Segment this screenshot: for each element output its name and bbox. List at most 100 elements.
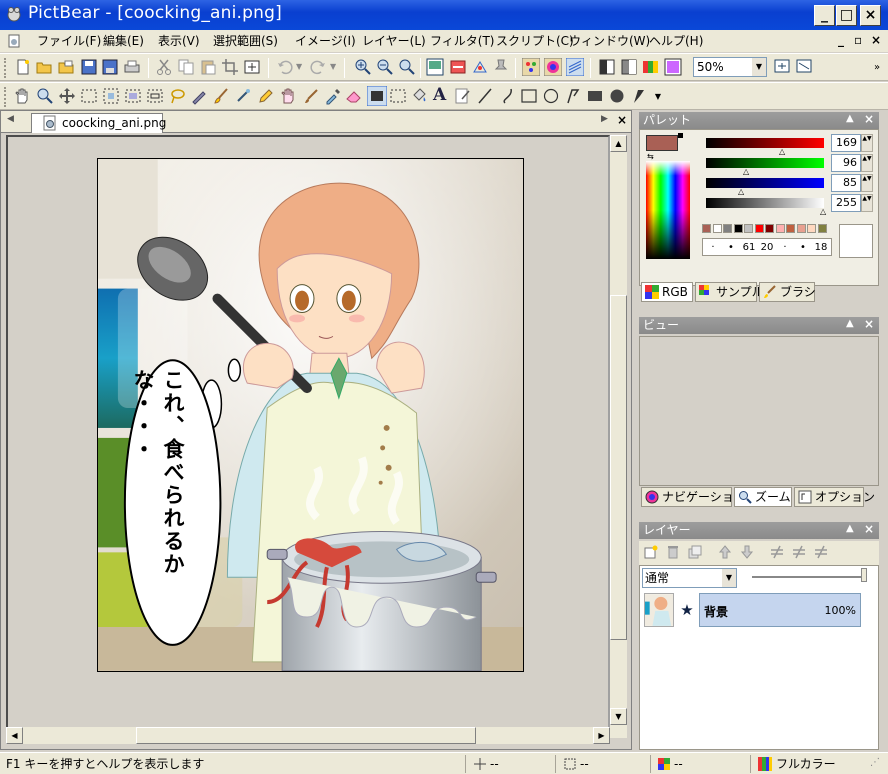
color-swatch[interactable] (723, 224, 732, 233)
horizontal-scrollbar[interactable]: ◀ ▶ (6, 727, 610, 744)
title-bar[interactable]: PictBear - [coocking_ani.png] _ □ × (0, 0, 888, 30)
brush-size-option[interactable]: • (723, 240, 739, 255)
panel-close-icon[interactable]: × (864, 522, 874, 536)
new-file-icon[interactable] (14, 58, 32, 76)
filled-rectangle-icon[interactable] (586, 87, 604, 105)
rectangle-fill-icon[interactable] (367, 86, 387, 106)
grayscale-icon[interactable] (598, 58, 616, 76)
merge-down-icon[interactable] (769, 544, 785, 560)
alpha-slider-thumb[interactable]: △ (820, 207, 826, 216)
line-tool-icon[interactable] (476, 87, 494, 105)
scroll-right-icon[interactable]: ▶ (593, 727, 610, 744)
airbrush-icon[interactable] (234, 87, 252, 105)
crop-icon[interactable] (221, 58, 239, 76)
color-spectrum[interactable] (646, 161, 690, 259)
invert-icon[interactable] (620, 58, 638, 76)
mdi-minimize-button[interactable]: _ (838, 33, 844, 47)
navigation-preview[interactable] (639, 336, 879, 486)
layers-stack-icon[interactable] (566, 58, 584, 76)
vertical-scrollbar[interactable]: ▲ ▼ (610, 135, 627, 738)
select-all-icon[interactable] (146, 87, 164, 105)
red-spinner[interactable]: ▲▼ (861, 134, 873, 152)
palette-icon[interactable] (522, 58, 540, 76)
green-slider[interactable] (706, 158, 824, 168)
chevron-down-icon[interactable]: ▼ (752, 58, 766, 76)
hand-tool-icon[interactable] (13, 87, 31, 105)
menu-file[interactable]: ファイル(F) (37, 32, 101, 50)
toolbar-grip[interactable] (4, 58, 8, 78)
open-recent-icon[interactable] (57, 58, 75, 76)
tab-zoom[interactable]: ズーム (734, 487, 792, 507)
close-button[interactable]: × (860, 5, 881, 26)
smudge-tool-icon[interactable] (279, 87, 297, 105)
panel-close-icon[interactable]: × (864, 317, 874, 331)
tab-rgb[interactable]: RGB (641, 282, 693, 302)
move-tool-icon[interactable] (58, 87, 76, 105)
blue-slider[interactable] (706, 178, 824, 188)
tab-options[interactable]: オプション (794, 487, 875, 507)
lasso-icon[interactable] (168, 87, 186, 105)
color-swatch[interactable] (796, 224, 806, 233)
paste-icon[interactable] (199, 58, 217, 76)
green-spinner[interactable]: ▲▼ (861, 154, 873, 172)
panel-collapse-icon[interactable]: ▲ (846, 113, 854, 124)
scroll-down-icon[interactable]: ▼ (610, 708, 627, 725)
pencil-tool-icon[interactable] (256, 87, 274, 105)
curve-tool-icon[interactable] (499, 87, 517, 105)
color-swatch[interactable] (807, 224, 816, 233)
polyline-tool-icon[interactable] (564, 87, 582, 105)
scroll-left-icon[interactable]: ◀ (6, 727, 23, 744)
color-swatch[interactable] (775, 224, 785, 233)
print-icon[interactable] (123, 58, 141, 76)
view-header[interactable]: ビュー (639, 317, 879, 334)
brush-size-option[interactable]: · (777, 240, 793, 255)
tab-scroll-left-icon[interactable]: ◀ (7, 114, 14, 124)
fit-icon[interactable] (243, 58, 261, 76)
open-folder-icon[interactable] (35, 58, 53, 76)
filled-ellipse-icon[interactable] (608, 87, 626, 105)
toolbar-grip[interactable] (4, 87, 8, 107)
layer-panel-icon[interactable] (449, 58, 467, 76)
menu-script[interactable]: スクリプト(C) (496, 32, 574, 50)
mdi-restore-button[interactable]: ▫ (854, 33, 862, 47)
color-swatch[interactable] (744, 224, 753, 233)
blend-mode-select[interactable]: 通常 ▼ (642, 568, 737, 588)
brush-size-option[interactable]: 18 (813, 240, 829, 255)
chevron-down-icon[interactable]: ▼ (722, 569, 736, 587)
color-wheel-icon[interactable] (544, 58, 562, 76)
transform-icon[interactable] (471, 58, 489, 76)
magic-select-icon[interactable] (124, 87, 142, 105)
zoom-select[interactable]: 50% ▼ (693, 57, 767, 77)
color-swatch[interactable] (712, 224, 722, 233)
color-swatch[interactable] (765, 224, 774, 233)
blur-tool-icon[interactable] (302, 87, 320, 105)
pen-tool-icon[interactable] (190, 87, 208, 105)
current-color-swatch[interactable] (646, 135, 678, 151)
green-slider-thumb[interactable]: △ (743, 167, 749, 176)
maximize-button[interactable]: □ (836, 5, 857, 26)
rect-select-icon[interactable] (80, 87, 98, 105)
document-icon[interactable] (6, 33, 22, 49)
merge-visible-icon[interactable] (791, 544, 807, 560)
canvas-area[interactable]: これ、食べられるかな・・・ (6, 135, 610, 738)
panel-collapse-icon[interactable]: ▲ (846, 523, 854, 534)
undo-icon[interactable] (276, 58, 294, 76)
color-swatch[interactable] (754, 224, 764, 233)
panel-collapse-icon[interactable]: ▲ (846, 318, 854, 329)
stamp-tool-icon[interactable] (454, 87, 472, 105)
green-input[interactable]: 96 (831, 154, 861, 172)
pattern-fill-icon[interactable] (389, 87, 407, 105)
color-swatch[interactable] (733, 224, 743, 233)
background-color-swatch[interactable] (678, 133, 683, 138)
flatten-icon[interactable] (813, 544, 829, 560)
pin-icon[interactable] (492, 58, 510, 76)
redo-icon[interactable] (309, 58, 327, 76)
duplicate-layer-icon[interactable] (687, 544, 703, 560)
alpha-slider[interactable] (706, 198, 824, 208)
tab-coocking-ani[interactable]: coocking_ani.png (31, 113, 166, 133)
opacity-slider-thumb[interactable] (861, 568, 867, 582)
menu-filter[interactable]: フィルタ(T) (430, 32, 494, 50)
tab-navigation[interactable]: ナビゲーション (641, 487, 746, 507)
resize-window-icon[interactable] (795, 58, 813, 76)
gradient-map-icon[interactable] (664, 58, 682, 76)
